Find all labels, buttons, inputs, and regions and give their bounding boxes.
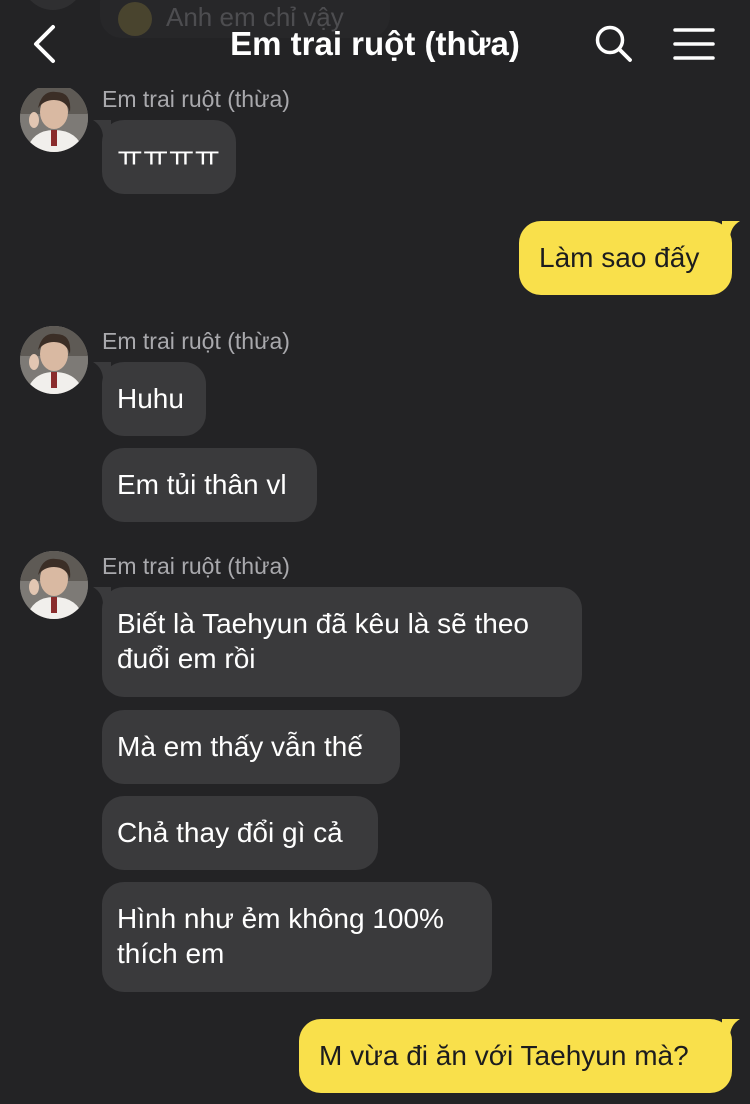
back-button[interactable] [22, 22, 66, 66]
sender-name: Em trai ruột (thừa) [102, 328, 290, 354]
search-button[interactable] [590, 20, 638, 68]
avatar-photo [20, 551, 88, 619]
message-text: Chả thay đổi gì cả [117, 817, 343, 848]
bubble-tail [93, 587, 111, 605]
bubble-tail [93, 120, 111, 138]
message-text: M vừa đi ăn với Taehyun mà? [319, 1040, 689, 1071]
sender-name: Em trai ruột (thừa) [102, 86, 290, 112]
message-bubble-outgoing[interactable]: Làm sao đấy [519, 221, 740, 295]
chevron-left-icon [34, 25, 55, 63]
emoji-icon [118, 2, 152, 36]
avatar-photo [20, 326, 88, 394]
bubble-tail [93, 362, 111, 380]
message-text: Huhu [117, 383, 184, 414]
message-bubble-incoming[interactable]: ㅠㅠㅠㅠ [93, 120, 236, 194]
bubble-tail [722, 1019, 740, 1037]
message-text: ㅠㅠㅠㅠ [117, 141, 221, 172]
message-bubble-incoming[interactable]: Hình như ẻm không 100% thích em [102, 882, 492, 992]
search-icon [595, 25, 632, 62]
message-text-line: thích em [117, 938, 225, 969]
avatar-photo [20, 84, 88, 152]
message-text-line: Biết là Taehyun đã kêu là sẽ theo [117, 608, 530, 639]
message-text: Làm sao đấy [539, 242, 700, 273]
message-bubble-incoming[interactable]: Em tủi thân vl [102, 448, 317, 522]
message-text-line: đuổi em rồi [117, 643, 256, 674]
avatar[interactable] [20, 84, 88, 152]
message-text-line: Hình như ẻm không 100% [117, 903, 444, 934]
message-bubble-incoming[interactable]: Huhu [93, 362, 206, 436]
message-bubble-outgoing[interactable]: M vừa đi ăn với Taehyun mà? [299, 1019, 740, 1093]
bubble-tail [722, 221, 740, 239]
previous-avatar [22, 0, 84, 10]
previous-message-text: Anh em chỉ vậy [166, 2, 344, 32]
hamburger-menu-icon [673, 28, 715, 60]
chat-header: Anh em chỉ vậy Em trai ruột (thừa) [0, 0, 750, 88]
message-text: Em tủi thân vl [117, 469, 287, 500]
message-bubble-incoming[interactable]: Biết là Taehyun đã kêu là sẽ theo đuổi e… [93, 587, 582, 697]
menu-button[interactable] [670, 22, 718, 66]
avatar[interactable] [20, 326, 88, 394]
message-bubble-incoming[interactable]: Chả thay đổi gì cả [102, 796, 378, 870]
message-bubble-incoming[interactable]: Mà em thấy vẫn thế [102, 710, 400, 784]
message-text: Mà em thấy vẫn thế [117, 731, 363, 762]
sender-name: Em trai ruột (thừa) [102, 553, 290, 579]
avatar[interactable] [20, 551, 88, 619]
